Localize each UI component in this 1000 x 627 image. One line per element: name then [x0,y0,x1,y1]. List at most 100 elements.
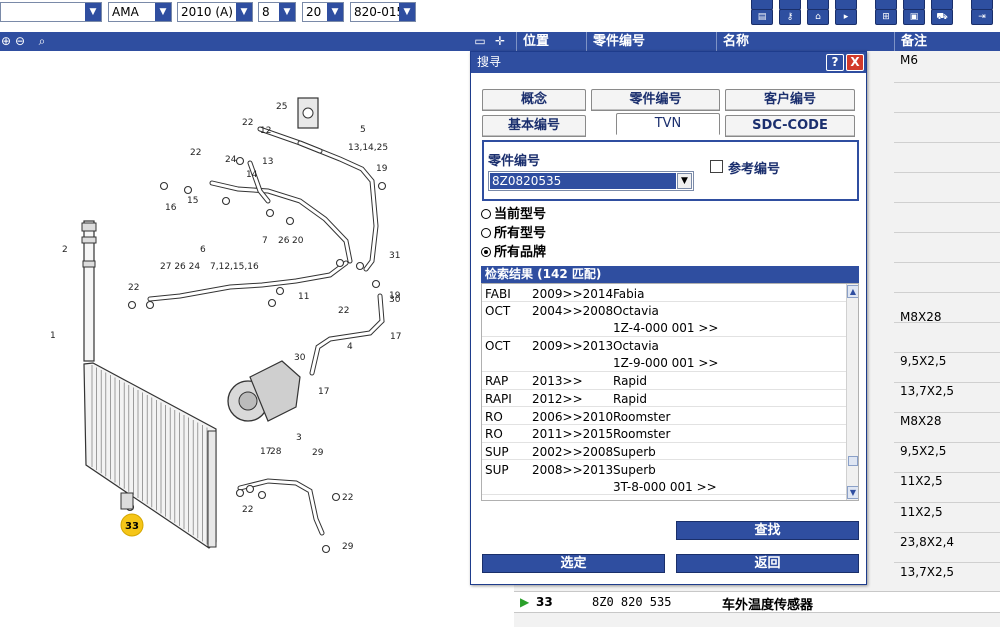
diagram-label[interactable]: 22 [242,118,253,128]
zoom-out-icon[interactable]: ⊖ [12,34,28,49]
exit-icon[interactable]: ⇥ [971,9,993,25]
diagram-label[interactable]: 13 [262,157,273,167]
scroll-up-icon[interactable]: ▲ [847,285,858,298]
diagram-label[interactable]: 30 [389,295,401,305]
diagram-label[interactable]: 3 [296,433,302,443]
diagram-label[interactable]: 22 [242,505,253,515]
condenser[interactable] [83,362,217,549]
diagram-label[interactable]: 28 [270,447,282,457]
diagram-label[interactable]: 7,12,15,16 [210,262,259,272]
fitting[interactable] [257,490,267,500]
result-row[interactable]: OCT 2004>>2008 Octavia 1Z-4-000 001 >> [482,304,846,338]
diagram-label[interactable]: 13,14,25 [348,143,388,153]
document-icon[interactable]: ▣ [903,9,925,25]
column-position[interactable]: 位置 [516,32,586,51]
fitting[interactable] [245,484,255,494]
diagram-label[interactable]: 15 [187,196,198,206]
diagram-label[interactable]: 17 [390,332,401,342]
result-row[interactable]: SUP 2008>>2013 Superb 3T-8-000 001 >> [482,463,846,497]
diagram-label[interactable]: 17 [318,387,329,397]
key-icon[interactable]: ⚷ [779,9,801,25]
radio-current-model[interactable]: 当前型号 [481,203,546,222]
fitting[interactable] [183,185,193,195]
back-button[interactable]: 返回 [676,554,859,573]
diagram-label[interactable]: 25 [276,102,287,112]
diagram-label[interactable]: 7 [262,236,268,246]
diagram-label[interactable]: 19 [376,164,388,174]
fitting[interactable] [285,216,295,226]
fitting[interactable] [321,544,331,554]
tab-customer-number[interactable]: 客户编号 [725,89,855,111]
diagram-label[interactable]: 1 [50,331,56,341]
diagram-label[interactable]: 11 [298,292,309,302]
fitting[interactable] [235,156,245,166]
fitting[interactable] [127,300,137,310]
chevron-down-icon[interactable]: ▼ [155,3,171,21]
model-combo[interactable]: ▼ [0,2,102,22]
fitting[interactable] [267,298,277,308]
diagram-label[interactable]: 24 [225,155,237,165]
diagram-label[interactable]: 16 [165,203,177,213]
diagram-label[interactable]: 4 [347,342,353,352]
result-row[interactable]: OCT 2009>>2013 Octavia 1Z-9-000 001 >> [482,339,846,373]
fitting[interactable] [265,208,275,218]
diagram-label[interactable]: 20 [292,236,304,246]
radio-all-brands[interactable]: 所有品牌 [481,241,546,260]
car-icon[interactable]: ⌂ [807,9,829,25]
column-name[interactable]: 名称 [716,32,894,51]
diagram-label[interactable]: 22 [342,493,353,503]
parts-diagram[interactable]: 123456711121313,14,251415161717191920222… [0,51,470,627]
fitting[interactable] [221,196,231,206]
radio-all-models[interactable]: 所有型号 [481,222,546,241]
column-remark[interactable]: 备注 [894,32,1000,51]
select-button[interactable]: 选定 [482,554,665,573]
scroll-thumb[interactable] [848,456,858,466]
sub-group-combo[interactable]: 20 ▼ [302,2,344,22]
tab-base-number[interactable]: 基本编号 [482,115,586,137]
diagram-label[interactable]: 22 [190,148,201,158]
engine-combo[interactable]: AMA ▼ [108,2,172,22]
layout-icon[interactable]: ✛ [492,34,508,49]
tab-concept[interactable]: 概念 [482,89,586,111]
diagram-label[interactable]: 29 [312,448,324,458]
diagram-label[interactable]: 14 [246,170,258,180]
tab-part-number[interactable]: 零件编号 [591,89,720,111]
diagram-label[interactable]: 5 [360,125,366,135]
close-icon[interactable]: X [846,54,864,71]
column-part-number[interactable]: 零件编号 [586,32,716,51]
parts-icon[interactable]: ⊞ [875,9,897,25]
fitting[interactable] [355,261,365,271]
part-number-combo[interactable]: 8Z0820535 ▼ [488,171,694,191]
part-number-value[interactable]: 8Z0820535 [490,173,676,189]
fitting[interactable] [331,492,341,502]
split-view-icon[interactable]: ▭ [472,34,488,49]
diagram-label[interactable]: 12 [260,126,271,136]
search-button[interactable]: 查找 [676,521,859,540]
fitting[interactable] [145,300,155,310]
table-row-selected[interactable]: ▶ 33 8Z0 820 535 车外温度传感器 [514,591,1000,613]
fitting[interactable] [275,286,285,296]
tab-tvn[interactable]: TVN [616,113,720,135]
fitting[interactable] [159,181,169,191]
reference-checkbox[interactable] [710,160,723,173]
diagram-label[interactable]: 30 [294,353,306,363]
year-combo[interactable]: 2010 (A) ▼ [177,2,253,22]
diagram-label[interactable]: 29 [342,542,354,552]
chevron-down-icon[interactable]: ▼ [279,3,295,21]
cart-icon[interactable]: ⛟ [931,9,953,25]
print-icon[interactable]: ▤ [751,9,773,25]
fitting[interactable] [371,279,381,289]
illustration-combo[interactable]: 820-015 ▼ [350,2,416,22]
tab-sdc-code[interactable]: SDC-CODE [725,115,855,137]
chevron-down-icon[interactable]: ▼ [677,173,692,189]
diagram-label[interactable]: 31 [389,251,400,261]
chevron-down-icon[interactable]: ▼ [236,3,252,21]
main-group-combo[interactable]: 8 ▼ [258,2,296,22]
chevron-down-icon[interactable]: ▼ [85,3,101,21]
fitting[interactable] [377,181,387,191]
play-icon[interactable]: ▸ [835,9,857,25]
temperature-sensor[interactable] [120,492,134,510]
fitting[interactable] [335,258,345,268]
callout-label[interactable]: 33 [125,521,139,532]
diagram-label[interactable]: 22 [338,306,349,316]
